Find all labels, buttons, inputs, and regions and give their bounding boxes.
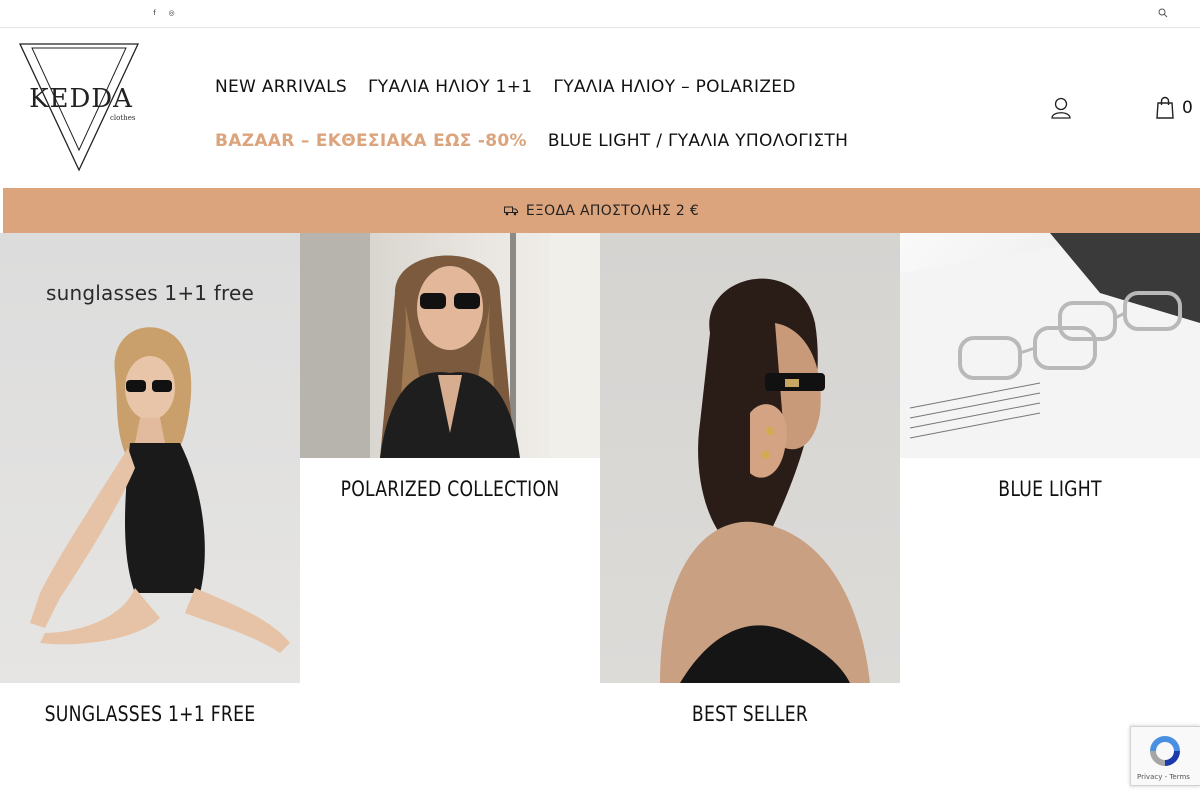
glasses-illustration: [900, 233, 1200, 458]
model-illustration: [300, 233, 600, 458]
nav-new-arrivals[interactable]: NEW ARRIVALS: [215, 67, 347, 107]
shipping-promo-bar: ΕΞΟΔΑ ΑΠΟΣΤΟΛΗΣ 2 €: [3, 188, 1200, 233]
facebook-icon[interactable]: f: [150, 6, 159, 20]
main-nav: NEW ARRIVALS ΓΥΑΛΙΑ ΗΛΙΟΥ 1+1 ΓΥΑΛΙΑ ΗΛΙ…: [215, 60, 915, 168]
polarized-collection-image[interactable]: [300, 233, 600, 458]
recaptcha-links[interactable]: Privacy - Terms: [1137, 773, 1190, 781]
user-account-icon[interactable]: [1050, 96, 1072, 120]
blue-light-caption[interactable]: BLUE LIGHT: [927, 477, 1173, 501]
recaptcha-badge[interactable]: Privacy - Terms: [1130, 726, 1200, 786]
model-illustration: [660, 278, 870, 683]
logo-subtitle: clothes: [110, 114, 136, 122]
site-header: KEDDA clothes NEW ARRIVALS ΓΥΑΛΙΑ ΗΛΙΟΥ …: [0, 28, 1200, 188]
nav-blue-light[interactable]: BLUE LIGHT / ΓΥΑΛΙΑ ΥΠΟΛΟΓΙΣΤΗ: [548, 121, 848, 161]
sunglasses-1-1-caption[interactable]: SUNGLASSES 1+1 FREE: [27, 702, 273, 726]
best-seller-caption[interactable]: BEST SELLER: [627, 702, 873, 726]
nav-sunglasses-polarized[interactable]: ΓΥΑΛΙΑ ΗΛΙΟΥ – POLARIZED: [553, 67, 795, 107]
instagram-icon[interactable]: ◎: [167, 6, 176, 20]
top-bar: f ◎: [0, 0, 1200, 28]
recaptcha-icon: [1150, 736, 1180, 766]
sunglasses-1-1-image[interactable]: sunglasses 1+1 free: [0, 233, 300, 683]
best-seller-image[interactable]: [600, 233, 900, 683]
nav-bazaar[interactable]: BAZAAR – ΕΚΘΕΣΙΑΚΑ ΕΩΣ -80%: [215, 121, 527, 161]
polarized-collection-caption[interactable]: POLARIZED COLLECTION: [327, 477, 573, 501]
truck-icon: [503, 206, 518, 215]
cart-icon[interactable]: [1155, 96, 1175, 120]
social-links: f ◎: [150, 6, 176, 20]
nav-row-2: BAZAAR – ΕΚΘΕΣΙΑΚΑ ΕΩΣ -80% BLUE LIGHT /…: [215, 114, 915, 168]
logo[interactable]: KEDDA clothes: [14, 40, 154, 178]
logo-name: KEDDA: [29, 84, 133, 114]
shipping-promo-text: ΕΞΟΔΑ ΑΠΟΣΤΟΛΗΣ 2 €: [525, 202, 700, 219]
model-illustration: [30, 327, 290, 653]
search-icon[interactable]: [1157, 7, 1169, 19]
cart-count[interactable]: 0: [1182, 98, 1193, 118]
nav-sunglasses-1-1[interactable]: ΓΥΑΛΙΑ ΗΛΙΟΥ 1+1: [368, 67, 532, 107]
blue-light-image[interactable]: [900, 233, 1200, 458]
nav-row-1: NEW ARRIVALS ΓΥΑΛΙΑ ΗΛΙΟΥ 1+1 ΓΥΑΛΙΑ ΗΛΙ…: [215, 60, 915, 114]
